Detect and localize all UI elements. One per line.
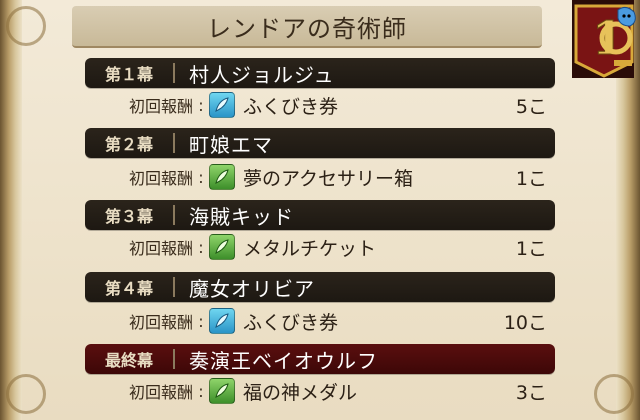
chapter-name: 海賊キッド: [189, 204, 294, 229]
green-feather-icon: [209, 378, 235, 404]
reward-row-2: 初回報酬 : 夢のアクセサリー箱 1こ: [85, 162, 555, 192]
reward-row-5: 初回報酬 : 福の神メダル 3こ: [85, 376, 555, 406]
chapter-number: 第１幕: [104, 65, 153, 84]
reward-row-4: 初回報酬 : ふくびき券 10こ: [85, 306, 555, 336]
corner-ornament-icon: [6, 374, 46, 414]
divider: [173, 205, 175, 225]
reward-item-count: 5こ: [515, 95, 547, 118]
reward-item-count: 1こ: [515, 237, 547, 260]
divider: [173, 349, 175, 369]
reward-item-name: 福の神メダル: [243, 381, 358, 404]
reward-label: 初回報酬: [128, 313, 193, 332]
blue-feather-icon: [209, 308, 235, 334]
reward-item-name: ふくびき券: [243, 311, 339, 334]
event-badge: 1: [566, 0, 640, 78]
chapter-number: 第２幕: [104, 135, 153, 154]
chapter-header-1: 第１幕 村人ジョルジュ: [85, 58, 555, 88]
reward-label: 初回報酬: [128, 383, 193, 402]
reward-row-1: 初回報酬 : ふくびき券 5こ: [85, 90, 555, 120]
green-feather-icon: [209, 164, 235, 190]
divider: [173, 277, 175, 297]
panel-border-left: [0, 0, 22, 420]
reward-colon: :: [198, 381, 204, 401]
reward-colon: :: [198, 95, 204, 115]
reward-label: 初回報酬: [128, 169, 193, 188]
chapter-number: 第４幕: [104, 279, 153, 298]
reward-label: 初回報酬: [128, 239, 193, 258]
reward-item-count: 3こ: [515, 381, 547, 404]
chapter-header-2: 第２幕 町娘エマ: [85, 128, 555, 158]
divider: [173, 63, 175, 83]
corner-ornament-icon: [594, 374, 634, 414]
reward-colon: :: [198, 167, 204, 187]
reward-item-name: ふくびき券: [243, 95, 339, 118]
reward-row-3: 初回報酬 : メタルチケット 1こ: [85, 232, 555, 262]
green-feather-icon: [209, 234, 235, 260]
chapter-number: 最終幕: [104, 351, 153, 370]
slime-badge-icon: 1: [572, 0, 636, 78]
corner-ornament-icon: [6, 6, 46, 46]
chapter-name: 村人ジョルジュ: [189, 62, 335, 87]
chapter-header-4: 第４幕 魔女オリビア: [85, 272, 555, 302]
reward-label: 初回報酬: [128, 97, 193, 116]
title-bar: レンドアの奇術師: [72, 6, 542, 48]
reward-item-count: 10こ: [503, 311, 547, 334]
chapter-header-final: 最終幕 奏演王ベイオウルフ: [85, 344, 555, 374]
chapter-name: 町娘エマ: [189, 132, 273, 157]
reward-item-count: 1こ: [515, 167, 547, 190]
chapter-name: 魔女オリビア: [189, 276, 315, 301]
chapter-name: 奏演王ベイオウルフ: [189, 348, 378, 373]
chapter-header-3: 第３幕 海賊キッド: [85, 200, 555, 230]
page-title: レンドアの奇術師: [207, 14, 407, 43]
divider: [173, 133, 175, 153]
blue-feather-icon: [209, 92, 235, 118]
chapter-number: 第３幕: [104, 207, 153, 226]
quest-panel: レンドアの奇術師 1 第１幕 村人ジョルジュ 初回報酬 : ふくびき券 5こ 第…: [0, 0, 640, 420]
reward-colon: :: [198, 237, 204, 257]
reward-colon: :: [198, 311, 204, 331]
reward-item-name: メタルチケット: [243, 237, 377, 260]
reward-item-name: 夢のアクセサリー箱: [243, 167, 414, 190]
